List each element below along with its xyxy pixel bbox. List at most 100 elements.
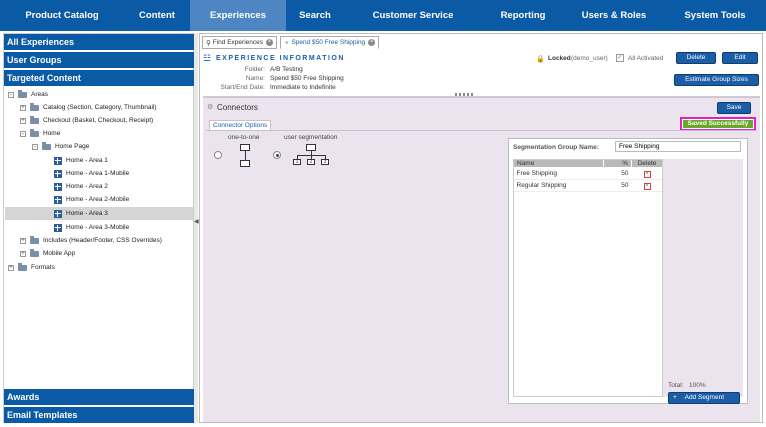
tab-divider [206, 130, 757, 131]
tree-item-label: Home - Area 2 [66, 183, 108, 190]
delete-icon[interactable]: × [643, 170, 651, 178]
segment-name[interactable]: Free Shipping [513, 167, 604, 180]
tab-spend-50[interactable]: ⚬ Spend $50 Free Shipping × [280, 36, 380, 49]
folder-value: A/B Testing [270, 66, 303, 73]
content-area-icon [54, 182, 62, 191]
table-row[interactable]: Free Shipping 50 × [513, 167, 663, 180]
expand-toggle[interactable]: + [20, 104, 26, 111]
user-segmentation-label: user segmentation [284, 134, 338, 141]
name-label: Name: [245, 75, 265, 82]
segments-table: Name % Delete Free Shipping 50 × Regular… [513, 159, 663, 192]
sidebar-email-templates[interactable]: Email Templates [4, 407, 194, 423]
tree-item-label: Home - Area 2-Mobile [66, 196, 130, 203]
sidebar-awards[interactable]: Awards [4, 389, 194, 405]
tree-item[interactable]: + Catalog (Section, Category, Thumbnail) [20, 101, 157, 114]
nav-system-tools[interactable]: System Tools [664, 0, 766, 31]
panel-splitter[interactable]: ◀ [194, 33, 199, 423]
content-area-icon [54, 195, 62, 204]
expand-toggle[interactable]: + [20, 250, 26, 257]
nav-search[interactable]: Search [286, 0, 344, 31]
dates-label: Start/End Date: [220, 84, 265, 91]
tree-item[interactable]: Home - Area 2-Mobile [54, 193, 129, 206]
lock-icon: 🔒 [536, 56, 545, 63]
search-icon: ⚲ [206, 39, 211, 47]
collapse-toggle[interactable]: - [32, 143, 38, 150]
estimate-group-sizes-button[interactable]: Estimate Group Sizes [674, 74, 759, 86]
sidebar-targeted-content[interactable]: Targeted Content [4, 70, 194, 86]
close-icon[interactable]: × [266, 39, 273, 46]
tab-connector-options[interactable]: Connector Options [209, 120, 272, 130]
activated-check-icon: ✓ [616, 54, 624, 62]
sidebar-user-groups[interactable]: User Groups [4, 52, 194, 68]
saved-message-frame: Saved Successfully [680, 117, 756, 131]
tree-item-label: Includes (Header/Footer, CSS Overrides) [43, 237, 162, 244]
col-name: Name [513, 159, 604, 168]
dates-value: Immediate to Indefinite [270, 84, 336, 91]
tab-label: Spend $50 Free Shipping [291, 39, 366, 46]
content-area-icon [54, 169, 62, 178]
tree-item-selected[interactable]: Home - Area 3 [5, 207, 193, 220]
tree-item[interactable]: - Home Page [32, 140, 89, 153]
nav-customer-service[interactable]: Customer Service [344, 0, 482, 31]
tab-find-experiences[interactable]: ⚲ Find Experiences × [202, 36, 277, 49]
nav-product-catalog[interactable]: Product Catalog [0, 0, 124, 31]
expand-toggle[interactable]: + [20, 117, 26, 124]
nav-reporting[interactable]: Reporting [482, 0, 564, 31]
saved-successfully-badge: Saved Successfully [683, 120, 753, 128]
segment-node-1: 1 [293, 159, 301, 165]
tree-item[interactable]: + Includes (Header/Footer, CSS Overrides) [20, 234, 162, 247]
folder-label: Folder: [244, 66, 265, 73]
collapse-toggle[interactable]: - [20, 130, 26, 137]
tree-item[interactable]: + Formats [8, 261, 55, 274]
name-value: Spend $50 Free Shipping [270, 75, 344, 82]
sidebar-all-experiences[interactable]: All Experiences [4, 34, 194, 50]
expand-toggle[interactable]: + [20, 237, 26, 244]
tree-item[interactable]: - Areas [8, 88, 48, 101]
tree-item-label: Home - Area 1-Mobile [66, 170, 130, 177]
close-icon[interactable]: × [368, 39, 376, 46]
table-row[interactable]: Regular Shipping 50 × [513, 179, 663, 192]
folder-icon [30, 128, 39, 137]
top-nav: Product Catalog Content Experiences Sear… [0, 0, 766, 31]
save-button[interactable]: Save [717, 102, 751, 114]
total-label: Total: [668, 382, 684, 389]
plus-icon: + [673, 394, 677, 401]
nav-users-roles[interactable]: Users & Roles [564, 0, 664, 31]
tree-item[interactable]: + Checkout (Basket, Checkout, Receipt) [20, 114, 153, 127]
folder-icon [18, 262, 27, 271]
tree-item-label: Catalog (Section, Category, Thumbnail) [43, 104, 157, 111]
tree-item-label: Areas [31, 91, 48, 98]
segment-pct[interactable]: 50 [603, 167, 632, 180]
delete-button[interactable]: Delete [676, 52, 716, 64]
folder-icon [18, 89, 27, 98]
tree-item[interactable]: Home - Area 3-Mobile [54, 221, 129, 234]
collapse-arrow-icon[interactable]: ◀ [194, 218, 199, 225]
tree-item[interactable]: - Home [20, 127, 60, 140]
tree-item-label: Home - Area 3 [66, 210, 108, 217]
nav-content[interactable]: Content [124, 0, 190, 31]
segment-name[interactable]: Regular Shipping [513, 179, 604, 192]
add-segment-label: Add Segment [684, 394, 724, 401]
edit-button[interactable]: Edit [722, 52, 758, 64]
content-area-icon [54, 209, 62, 218]
collapse-toggle[interactable]: - [8, 91, 14, 98]
add-segment-button[interactable]: + Add Segment [668, 392, 740, 404]
expand-toggle[interactable]: + [8, 264, 14, 271]
tree-item[interactable]: + Mobile App [20, 247, 75, 260]
tree-item[interactable]: Home - Area 2 [54, 180, 108, 193]
folder-icon [30, 115, 39, 124]
table-side-area [663, 159, 743, 397]
tree-item-label: Home Page [55, 143, 90, 150]
experience-icon: ⚬ [284, 39, 290, 47]
tree-item[interactable]: Home - Area 1 [54, 154, 108, 167]
tree-item[interactable]: Home - Area 1-Mobile [54, 167, 129, 180]
segment-node-3: 3 [321, 159, 329, 165]
segment-pct[interactable]: 50 [603, 179, 632, 192]
nav-experiences[interactable]: Experiences [190, 0, 286, 31]
one-to-one-radio[interactable] [214, 151, 222, 159]
col-delete: Delete [631, 159, 663, 168]
user-segmentation-radio[interactable] [273, 151, 281, 159]
group-name-input[interactable] [615, 141, 741, 152]
folder-icon [30, 102, 39, 111]
delete-icon[interactable]: × [643, 182, 651, 190]
